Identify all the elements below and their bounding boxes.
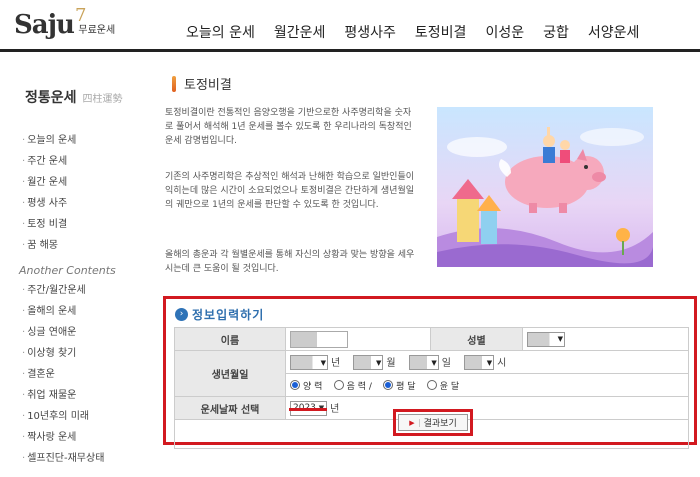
sidebar-title: 정통운세 四柱運勢 — [25, 87, 123, 107]
nav-item-today[interactable]: 오늘의 운세 — [186, 22, 255, 42]
sidebar-item[interactable]: 주간 운세 — [22, 151, 152, 172]
result-button[interactable]: ▶ 결과보기 — [398, 414, 468, 431]
site-header: Saju 7 무료운세 오늘의 운세 월간운세 평생사주 토정비결 이성운 궁합… — [0, 0, 700, 52]
fortune-year-unit: 년 — [330, 403, 340, 415]
sidebar-item[interactable]: 평생 사주 — [22, 193, 152, 214]
title-accent-bar — [172, 75, 176, 92]
info-input-box: › 정보입력하기 이름 성별 ▼ 생년월일 ▼ 년 ▼ 월 ▼ 일 ▼ 시 양 력 음 … — [163, 296, 697, 449]
site-logo[interactable]: Saju 7 무료운세 — [14, 5, 115, 40]
name-input[interactable] — [290, 330, 348, 348]
sidebar-other-item[interactable]: 짝사랑 운세 — [22, 427, 152, 448]
nav-item-romance[interactable]: 이성운 — [485, 22, 524, 42]
intro-paragraph: 올해의 총운과 각 월별운세를 통해 자신의 상황과 맞는 방향을 세우시는데 … — [165, 250, 415, 274]
gender-select[interactable]: ▼ — [527, 331, 565, 347]
year-unit: 년 — [331, 357, 341, 369]
chevron-down-icon: ▼ — [557, 335, 563, 343]
sidebar-item[interactable]: 오늘의 운세 — [22, 130, 152, 151]
result-button-highlight: ▶ 결과보기 — [393, 409, 473, 436]
birth-month-select[interactable]: ▼ — [353, 355, 384, 371]
form-header: › 정보입력하기 — [175, 306, 264, 323]
solar-radio[interactable] — [290, 380, 300, 390]
result-button-label: 결과보기 — [423, 419, 457, 429]
solar-label: 양 력 — [303, 381, 323, 392]
lunar-label: 음 력 / — [346, 381, 372, 392]
leap-month-label: 윤 달 — [439, 381, 460, 392]
gender-label: 성별 — [430, 327, 523, 351]
sidebar-other-item[interactable]: 셀프진단-재무상태 — [22, 448, 152, 469]
nav-item-tojeong[interactable]: 토정비결 — [415, 22, 467, 42]
logo-seven: 7 — [74, 5, 87, 26]
sidebar-section-title: Another Contents — [19, 264, 116, 277]
month-unit: 월 — [386, 357, 396, 369]
fortune-year-label: 운세날짜 선택 — [174, 396, 286, 420]
sidebar-list: 오늘의 운세 주간 운세 월간 운세 평생 사주 토정 비결 꿈 해몽 — [22, 130, 152, 256]
page-title: 토정비결 — [172, 74, 232, 93]
sidebar-other-item[interactable]: 올해의 운세 — [22, 301, 152, 322]
birth-day-select[interactable]: ▼ — [408, 355, 439, 371]
form-title: 정보입력하기 — [192, 308, 265, 322]
sidebar-other-item[interactable]: 주간/월간운세 — [22, 280, 152, 301]
chevron-down-icon: ▼ — [486, 358, 493, 367]
intro-paragraph: 기존의 사주명리학은 추상적인 해석과 난해한 학습으로 일반인들이 익히는데 … — [165, 172, 415, 210]
sidebar-title-text: 정통운세 — [25, 90, 77, 106]
hour-unit: 시 — [497, 357, 507, 369]
intro-paragraph: 토정비결이란 전통적인 음양오행을 기반으로한 사주명리학을 숫자로 풀어서 해… — [165, 108, 412, 146]
chevron-down-icon: ▼ — [431, 358, 437, 367]
sidebar-other-item[interactable]: 싱글 연애운 — [22, 322, 152, 343]
sidebar-other-item[interactable]: 결혼운 — [22, 364, 152, 385]
nav-item-compatibility[interactable]: 궁합 — [543, 22, 569, 42]
nav-item-lifetime[interactable]: 평생사주 — [344, 22, 396, 42]
sidebar-item[interactable]: 월간 운세 — [22, 172, 152, 193]
name-label: 이름 — [174, 327, 286, 351]
page-title-text: 토정비결 — [184, 78, 232, 93]
flying-pig-illustration — [437, 107, 653, 267]
birth-hour-select[interactable]: ▼ — [464, 355, 495, 371]
logo-text: Saju — [14, 10, 75, 40]
day-unit: 일 — [441, 357, 451, 369]
arrow-circle-icon: › — [175, 308, 188, 321]
leap-month-radio[interactable] — [426, 380, 437, 390]
sidebar-other-item[interactable]: 취업 재물운 — [22, 385, 152, 406]
normal-month-radio[interactable] — [383, 380, 394, 390]
sidebar-other-item[interactable]: 이상형 찾기 — [22, 343, 152, 364]
sidebar-other-item[interactable]: 10년후의 미래 — [22, 406, 152, 427]
normal-month-label: 평 달 — [396, 381, 416, 392]
main-nav: 오늘의 운세 월간운세 평생사주 토정비결 이성운 궁합 서양운세 — [186, 22, 658, 42]
birth-label: 생년월일 — [174, 350, 286, 397]
nav-item-western[interactable]: 서양운세 — [588, 22, 640, 42]
chevron-down-icon: ▼ — [376, 358, 382, 367]
sidebar-item[interactable]: 토정 비결 — [22, 214, 152, 235]
nav-item-monthly[interactable]: 월간운세 — [274, 22, 326, 42]
sidebar-item[interactable]: 꿈 해몽 — [22, 235, 152, 256]
year-highlight-underline — [289, 408, 327, 411]
sidebar-other-list: 주간/월간운세 올해의 운세 싱글 연애운 이상형 찾기 결혼운 취업 재물운 … — [22, 280, 152, 469]
play-arrow-icon: ▶ — [409, 418, 420, 427]
lunar-radio[interactable] — [333, 380, 344, 390]
sidebar-title-sub: 四柱運勢 — [82, 94, 123, 105]
chevron-down-icon: ▼ — [320, 358, 326, 367]
birth-year-select[interactable]: ▼ — [290, 355, 328, 371]
